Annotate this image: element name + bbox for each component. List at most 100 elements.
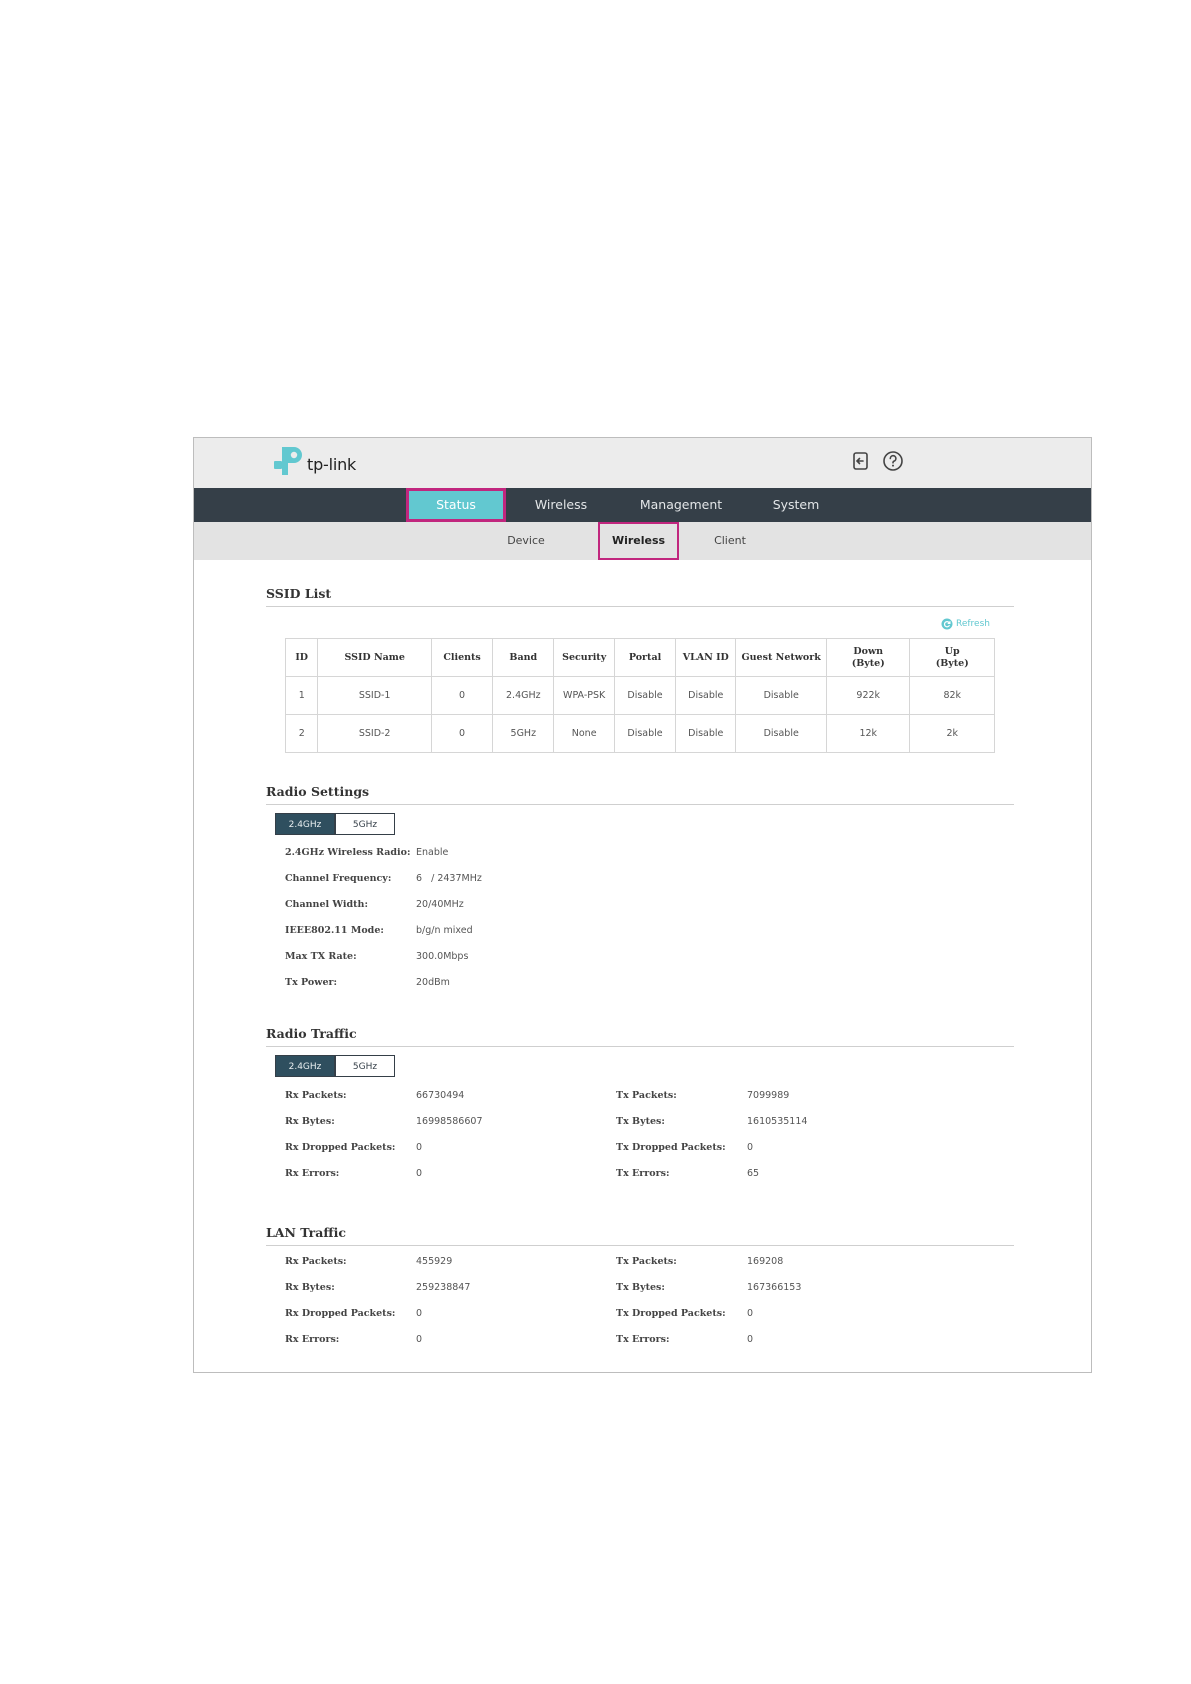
tx-power-value: 20dBm [416, 977, 450, 988]
lan-rx-packets-label: Rx Packets: [285, 1256, 347, 1267]
radio-settings-tab-5ghz[interactable]: 5GHz [335, 813, 395, 835]
lan-rx-dropped-label: Rx Dropped Packets: [285, 1308, 396, 1319]
max-tx-rate-label: Max TX Rate: [285, 951, 357, 962]
lan-rx-errors-label: Rx Errors: [285, 1334, 340, 1345]
lan-tx-packets-label: Tx Packets: [616, 1256, 677, 1267]
radio-rx-dropped-value: 0 [416, 1142, 423, 1153]
subnav-tab-client[interactable]: Client [690, 522, 770, 560]
radio-tx-dropped-label: Tx Dropped Packets: [616, 1142, 726, 1153]
radio-tx-bytes-value: 1610535114 [747, 1116, 808, 1127]
table-cell: 2 [284, 714, 319, 753]
radio-tx-packets-value: 7099989 [747, 1090, 790, 1101]
ieee-mode-value: b/g/n mixed [416, 925, 473, 936]
table-cell: Disable [675, 714, 737, 753]
radio-traffic-tab-2-4ghz[interactable]: 2.4GHz [275, 1055, 335, 1077]
radio-traffic-band-tabs: 2.4GHz 5GHz [275, 1055, 395, 1077]
lan-tx-dropped-value: 0 [747, 1308, 754, 1319]
table-row: 2 SSID-2 0 5GHz None Disable Disable Dis… [284, 714, 995, 753]
radio-tx-errors-value: 65 [747, 1168, 760, 1179]
router-admin-window: tp-link Status Wireless Management Syste… [193, 437, 1092, 1373]
channel-frequency-value: 6 / 2437MHz [416, 873, 482, 884]
radio-traffic-tab-5ghz[interactable]: 5GHz [335, 1055, 395, 1077]
brand-logo[interactable]: tp-link [272, 445, 356, 477]
refresh-button[interactable]: Refresh [941, 618, 990, 630]
subnav-tab-device[interactable]: Device [486, 522, 566, 560]
table-cell: 0 [430, 676, 494, 715]
radio-tx-bytes-label: Tx Bytes: [616, 1116, 665, 1127]
table-cell: 2.4GHz [492, 676, 555, 715]
radio-rx-errors-value: 0 [416, 1168, 423, 1179]
brand-name: tp-link [307, 454, 357, 474]
nav-tab-management[interactable]: Management [616, 488, 746, 522]
column-header-vlan-id: VLAN ID [675, 638, 737, 677]
sub-nav: Device Wireless Client [194, 522, 1091, 560]
radio-rx-dropped-label: Rx Dropped Packets: [285, 1142, 396, 1153]
refresh-label: Refresh [956, 619, 990, 629]
logout-icon[interactable] [850, 450, 872, 472]
radio-settings-title: Radio Settings [266, 784, 1014, 805]
table-cell: 0 [430, 714, 494, 753]
radio-tx-errors-label: Tx Errors: [616, 1168, 670, 1179]
radio-rx-errors-label: Rx Errors: [285, 1168, 340, 1179]
table-cell: 2k [909, 714, 995, 753]
refresh-icon [941, 618, 953, 630]
channel-frequency-label: Channel Frequency: [285, 873, 392, 884]
wireless-radio-label: 2.4GHz Wireless Radio: [285, 847, 411, 858]
lan-tx-errors-label: Tx Errors: [616, 1334, 670, 1345]
table-cell: None [553, 714, 615, 753]
table-cell: Disable [735, 714, 828, 753]
header-icons [850, 450, 904, 472]
subnav-tab-wireless[interactable]: Wireless [598, 522, 679, 560]
table-cell: SSID-1 [317, 676, 432, 715]
radio-tx-dropped-value: 0 [747, 1142, 754, 1153]
lan-tx-bytes-label: Tx Bytes: [616, 1282, 665, 1293]
table-cell: Disable [613, 676, 677, 715]
column-header-clients: Clients [430, 638, 494, 677]
lan-rx-errors-value: 0 [416, 1334, 423, 1345]
column-header-security: Security [553, 638, 615, 677]
main-nav: Status Wireless Management System [194, 488, 1091, 522]
radio-settings-tab-2-4ghz[interactable]: 2.4GHz [275, 813, 335, 835]
tx-power-label: Tx Power: [285, 977, 337, 988]
radio-rx-bytes-value: 16998586607 [416, 1116, 483, 1127]
header-bar: tp-link [194, 438, 1091, 488]
column-header-id: ID [284, 638, 319, 677]
table-cell: SSID-2 [317, 714, 432, 753]
table-cell: WPA-PSK [553, 676, 615, 715]
table-cell: 82k [909, 676, 995, 715]
lan-rx-packets-value: 455929 [416, 1256, 453, 1267]
help-icon[interactable] [882, 450, 904, 472]
wireless-radio-value: Enable [416, 847, 449, 858]
lan-rx-dropped-value: 0 [416, 1308, 423, 1319]
lan-tx-bytes-value: 167366153 [747, 1282, 802, 1293]
table-cell: 922k [826, 676, 911, 715]
table-cell: Disable [613, 714, 677, 753]
table-row: 1 SSID-1 0 2.4GHz WPA-PSK Disable Disabl… [284, 676, 995, 715]
table-cell: 5GHz [492, 714, 555, 753]
ssid-list-title: SSID List [266, 586, 1014, 607]
lan-tx-errors-value: 0 [747, 1334, 754, 1345]
radio-tx-packets-label: Tx Packets: [616, 1090, 677, 1101]
column-header-down-byte: Down (Byte) [826, 638, 911, 677]
radio-rx-packets-label: Rx Packets: [285, 1090, 347, 1101]
radio-settings-band-tabs: 2.4GHz 5GHz [275, 813, 395, 835]
lan-traffic-title: LAN Traffic [266, 1225, 1014, 1246]
lan-tx-dropped-label: Tx Dropped Packets: [616, 1308, 726, 1319]
table-cell: Disable [675, 676, 737, 715]
radio-rx-bytes-label: Rx Bytes: [285, 1116, 335, 1127]
nav-tab-status[interactable]: Status [406, 488, 506, 522]
table-cell: 12k [826, 714, 911, 753]
column-header-portal: Portal [613, 638, 677, 677]
ssid-table: ID SSID Name Clients Band Security Porta… [284, 638, 995, 753]
radio-rx-packets-value: 66730494 [416, 1090, 465, 1101]
table-cell: 1 [284, 676, 319, 715]
table-header-row: ID SSID Name Clients Band Security Porta… [284, 638, 995, 677]
lan-rx-bytes-value: 259238847 [416, 1282, 471, 1293]
lan-rx-bytes-label: Rx Bytes: [285, 1282, 335, 1293]
column-header-ssid-name: SSID Name [317, 638, 432, 677]
ieee-mode-label: IEEE802.11 Mode: [285, 925, 384, 936]
tp-link-logo-icon [274, 447, 302, 475]
column-header-band: Band [492, 638, 555, 677]
nav-tab-wireless[interactable]: Wireless [506, 488, 616, 522]
nav-tab-system[interactable]: System [746, 488, 846, 522]
